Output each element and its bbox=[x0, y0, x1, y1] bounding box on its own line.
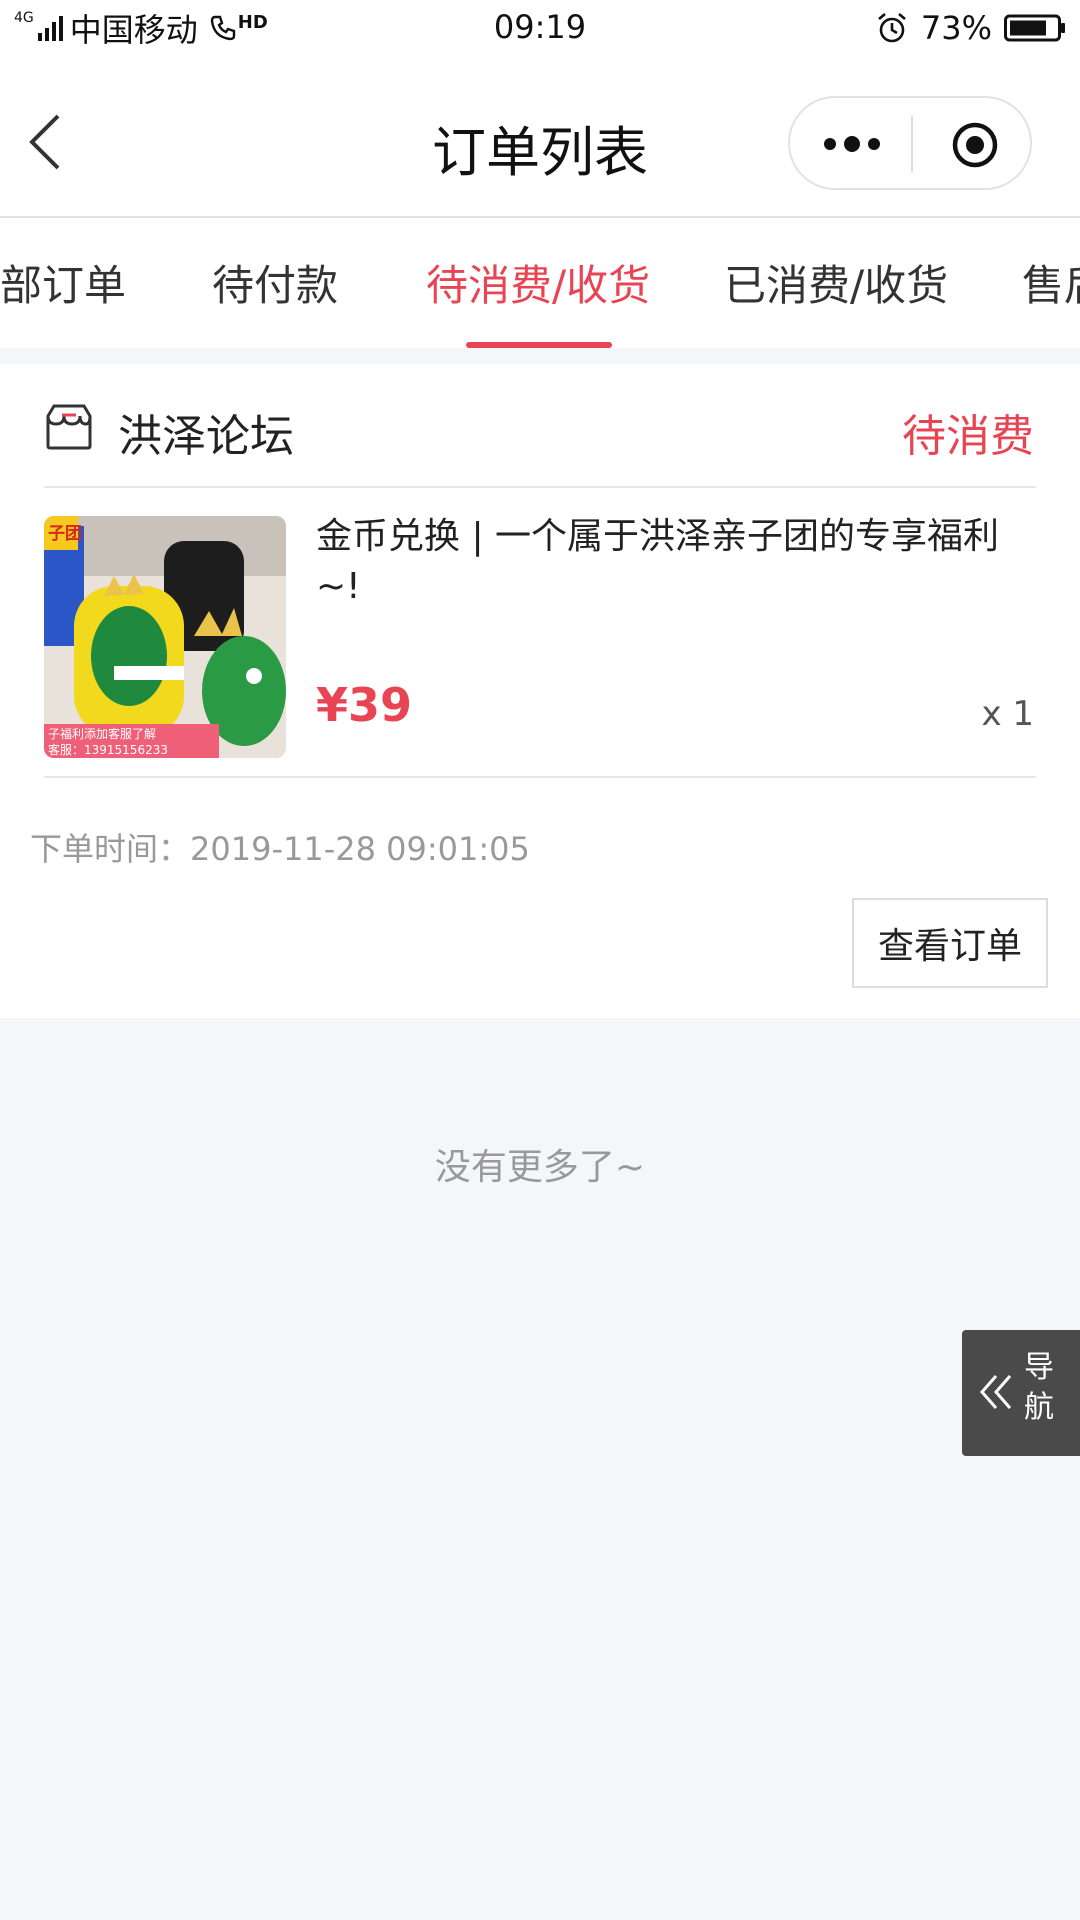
order-status: 待消费 bbox=[902, 411, 1034, 462]
tab-pending-consume[interactable]: 待消费/收货 bbox=[426, 252, 650, 313]
view-order-button[interactable]: 查看订单 bbox=[852, 898, 1048, 988]
float-nav-label: 导航 bbox=[1024, 1350, 1054, 1425]
card-divider-bottom bbox=[44, 776, 1036, 778]
product-image[interactable]: 子团 子福利添加客服了解 客服：13915156233 bbox=[44, 516, 286, 758]
miniprogram-capsule bbox=[788, 96, 1032, 190]
no-more-text: 没有更多了~ bbox=[434, 1147, 646, 1188]
order-tabs: 全部订单 待付款 待消费/收货 已消费/收货 售后 bbox=[0, 218, 1080, 348]
battery-icon bbox=[1004, 14, 1065, 42]
nav-bar: 订单列表 bbox=[0, 56, 1080, 218]
image-badge: 子团 bbox=[48, 524, 82, 544]
image-caption-2: 客服：13915156233 bbox=[48, 742, 168, 757]
tab-after-sales[interactable]: 售后 bbox=[1022, 252, 1080, 313]
battery-percent: 73% bbox=[920, 9, 992, 47]
shop-name[interactable]: 洪泽论坛 bbox=[118, 400, 294, 464]
order-card: 洪泽论坛 待消费 子团 子福利添加客服了解 客服：13915156233 金币兑… bbox=[0, 364, 1080, 1018]
tab-all-orders[interactable]: 全部订单 bbox=[0, 252, 126, 313]
double-chevron-left-icon bbox=[980, 1375, 1012, 1409]
tab-consumed[interactable]: 已消费/收货 bbox=[724, 252, 948, 313]
close-target-icon[interactable] bbox=[950, 120, 1000, 170]
capsule-separator bbox=[911, 116, 913, 172]
shop-icon bbox=[46, 404, 92, 450]
product-photo: 子团 子福利添加客服了解 客服：13915156233 bbox=[44, 516, 286, 758]
order-time: 下单时间：2019-11-28 09:01:05 bbox=[30, 830, 530, 868]
alarm-icon bbox=[878, 13, 906, 43]
product-price: ¥39 bbox=[316, 678, 413, 732]
tab-pending-payment[interactable]: 待付款 bbox=[212, 252, 338, 313]
card-divider-top bbox=[44, 486, 1036, 488]
image-caption-1: 子福利添加客服了解 bbox=[48, 726, 156, 741]
status-bar: 4G 中国移动 HD 09:19 73% bbox=[0, 0, 1080, 56]
status-right: 73% bbox=[875, 8, 1066, 48]
product-title[interactable]: 金币兑换 | 一个属于洪泽亲子团的专享福利~! bbox=[316, 512, 1016, 612]
float-nav-button[interactable]: 导航 bbox=[962, 1330, 1080, 1456]
product-quantity: x 1 bbox=[981, 694, 1034, 734]
active-tab-indicator bbox=[466, 342, 612, 348]
more-dots-icon[interactable] bbox=[820, 122, 884, 166]
